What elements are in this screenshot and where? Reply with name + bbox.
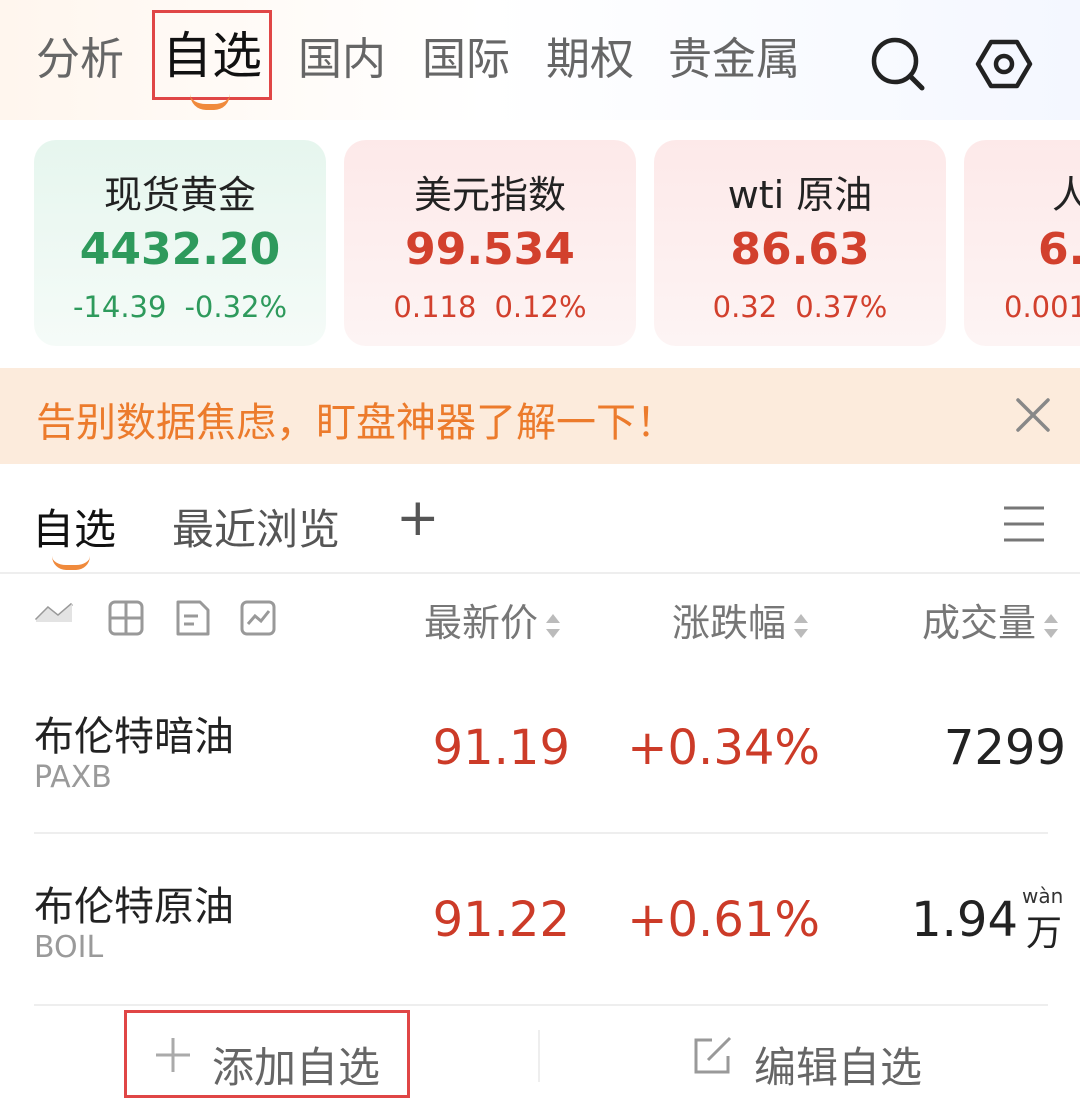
divider xyxy=(0,572,1080,574)
card-change-value: 0.001 xyxy=(1004,290,1080,324)
sort-icon xyxy=(794,613,809,638)
row-change-pct: +0.34% xyxy=(627,720,820,776)
chart-view-icon[interactable] xyxy=(238,598,278,638)
card-price: 86.63 xyxy=(730,224,870,275)
card-name: 美元指数 xyxy=(413,173,566,217)
tab-precious-metals[interactable]: 贵金属 xyxy=(668,24,800,96)
card-price: 99.534 xyxy=(405,224,575,275)
grid-view-icon[interactable] xyxy=(106,598,146,638)
row-name: 布伦特原油 xyxy=(34,884,234,930)
row-divider xyxy=(34,1004,1048,1006)
row-code: BOIL xyxy=(34,930,104,965)
plus-icon xyxy=(156,1038,190,1072)
tab-domestic[interactable]: 国内 xyxy=(298,24,386,96)
edit-icon xyxy=(694,1036,732,1074)
card-name: wti 原油 xyxy=(727,173,873,217)
row-volume: 7299 xyxy=(943,720,1066,776)
column-change-pct[interactable]: 涨跌幅 xyxy=(672,592,810,647)
column-latest-price[interactable]: 最新价 xyxy=(424,592,562,647)
subtab-recent[interactable]: 最近浏览 xyxy=(172,496,340,557)
row-code: PAXB xyxy=(34,760,112,795)
row-volume: 1.94 xyxy=(911,892,1018,948)
column-volume[interactable]: 成交量 xyxy=(922,592,1060,647)
quote-cards-strip: 现货黄金 4432.20 -14.39 -0.32% 美元指数 99.534 0.… xyxy=(0,140,1080,346)
sort-icon xyxy=(1044,613,1059,638)
quote-card-partial[interactable]: 人 6. 0.001 xyxy=(964,140,1080,346)
card-change: 0.32 0.37% xyxy=(654,290,946,324)
card-price: 6. xyxy=(1038,224,1080,275)
row-price: 91.19 xyxy=(432,720,570,776)
row-change-pct: +0.61% xyxy=(627,892,820,948)
banner-text: 告别数据焦虑，盯盘神器了解一下！ xyxy=(36,400,676,446)
volume-unit: 万 xyxy=(1026,913,1063,954)
row-divider xyxy=(34,832,1048,834)
add-watchlist-button[interactable]: 添加自选 xyxy=(124,1010,410,1100)
column-label: 涨跌幅 xyxy=(672,601,787,645)
card-name: 现货黄金 xyxy=(103,173,256,217)
search-icon[interactable] xyxy=(868,34,928,94)
settings-hexagon-icon[interactable] xyxy=(974,34,1034,94)
card-change: 0.118 0.12% xyxy=(344,290,636,324)
subtab-active-indicator xyxy=(52,556,90,570)
card-change-pct: 0.37% xyxy=(795,290,888,324)
active-tab-highlight xyxy=(152,10,272,100)
card-change-value: -14.39 xyxy=(72,290,167,324)
add-watchlist-label: 添加自选 xyxy=(212,1043,381,1092)
promo-banner[interactable]: 告别数据焦虑，盯盘神器了解一下！ xyxy=(0,368,1080,464)
sort-icon xyxy=(546,613,561,638)
edit-watchlist-label: 编辑自选 xyxy=(754,1043,923,1092)
card-change-pct: -0.32% xyxy=(184,290,288,324)
quote-card-wti-crude[interactable]: wti 原油 86.63 0.32 0.37% xyxy=(654,140,946,346)
bottom-divider xyxy=(538,1030,540,1082)
line-view-icon[interactable] xyxy=(34,598,74,638)
close-icon[interactable] xyxy=(1012,394,1054,436)
card-view-icon[interactable] xyxy=(172,598,212,638)
column-label: 成交量 xyxy=(922,601,1037,645)
tab-options[interactable]: 期权 xyxy=(546,24,634,96)
card-change-pct: 0.12% xyxy=(494,290,587,324)
quote-card-dollar-index[interactable]: 美元指数 99.534 0.118 0.12% xyxy=(344,140,636,346)
tab-analysis[interactable]: 分析 xyxy=(36,24,124,96)
add-group-button[interactable]: + xyxy=(396,488,440,548)
column-label: 最新价 xyxy=(424,601,539,645)
edit-watchlist-button[interactable]: 编辑自选 xyxy=(690,1010,950,1100)
tab-international[interactable]: 国际 xyxy=(422,24,510,96)
card-change-value: 0.32 xyxy=(712,290,778,324)
quote-card-spot-gold[interactable]: 现货黄金 4432.20 -14.39 -0.32% xyxy=(34,140,326,346)
card-change: -14.39 -0.32% xyxy=(34,290,326,324)
card-name: 人 xyxy=(1052,173,1080,217)
card-price: 4432.20 xyxy=(79,224,281,275)
card-change: 0.001 xyxy=(1004,290,1080,324)
subtab-watchlist[interactable]: 自选 xyxy=(32,496,116,557)
card-change-value: 0.118 xyxy=(393,290,477,324)
menu-icon[interactable] xyxy=(1002,504,1046,544)
row-price: 91.22 xyxy=(432,892,570,948)
row-name: 布伦特暗油 xyxy=(34,714,234,760)
